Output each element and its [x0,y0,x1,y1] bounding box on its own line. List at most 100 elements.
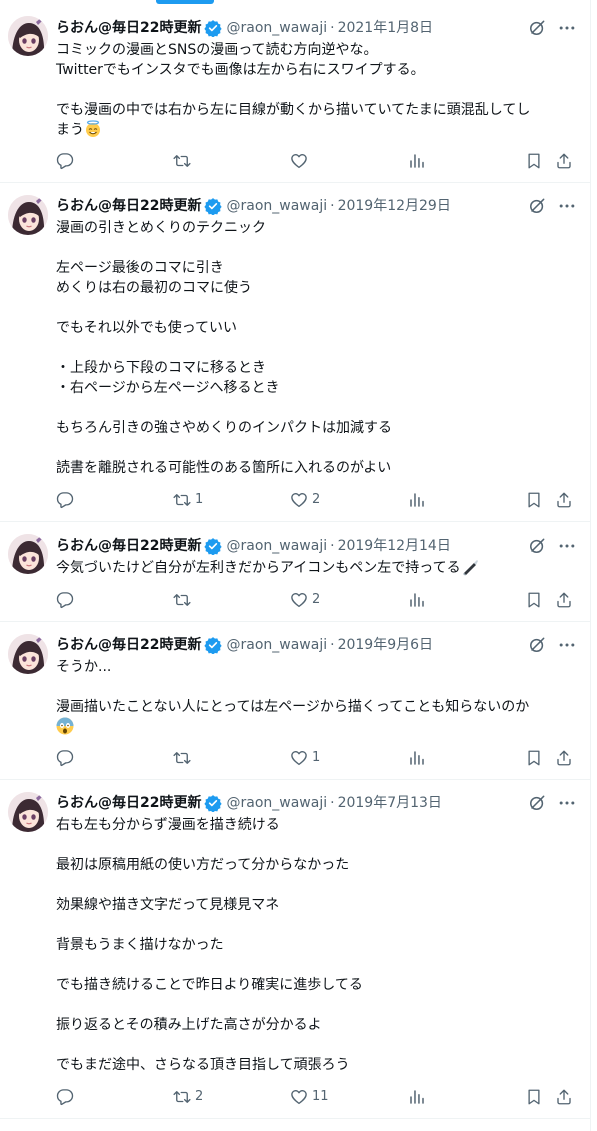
share-button[interactable] [555,1087,573,1107]
more-options-icon[interactable] [557,635,577,655]
reply-icon [56,749,74,767]
retweet-count: 2 [195,1089,204,1104]
tweet-date[interactable]: 2019年12月29日 [338,196,451,216]
user-name[interactable]: らおん@毎日22時更新 [56,196,201,216]
grok-icon[interactable] [527,18,547,38]
retweet-button[interactable]: 2 [173,1087,203,1107]
tweet[interactable]: らおん@毎日22時更新 @raon_wawaji · 2019年7月13日 右も… [0,780,591,1119]
analytics-icon [408,491,426,509]
like-button[interactable]: 2 [290,590,320,610]
share-button[interactable] [555,590,573,610]
avatar[interactable] [8,195,48,235]
retweet-icon [173,1088,191,1106]
tweet-text-fragment: まう [56,122,84,138]
reply-icon [56,152,74,170]
views-button[interactable] [408,590,426,610]
like-button[interactable]: 2 [290,490,320,510]
views-button[interactable] [408,151,426,171]
tweet-header: らおん@毎日22時更新 @raon_wawaji · 2019年7月13日 [56,793,442,813]
like-button[interactable]: 11 [290,1087,329,1107]
tweet-date[interactable]: 2019年7月13日 [338,793,442,813]
more-options-icon[interactable] [557,536,577,556]
more-options-icon[interactable] [557,793,577,813]
share-icon [555,1088,573,1106]
retweet-button[interactable]: 1 [173,490,203,510]
tweet[interactable]: らおん@毎日22時更新 @raon_wawaji · 2021年1月8日 コミッ… [0,0,591,183]
user-name[interactable]: らおん@毎日22時更新 [56,635,201,655]
tweet-text-fragment: 今気づいたけど自分が左利きだからアイコンもペン左で持ってる [56,560,461,576]
share-button[interactable] [555,490,573,510]
tweet-text-line: 左ページ最後のコマに引き [56,260,224,276]
tweet-text-line: めくりは右の最初のコマに使う [56,280,252,296]
tweet-actions: 1 [56,748,576,768]
tweet-header-actions [527,536,577,556]
grok-icon[interactable] [527,793,547,813]
reply-button[interactable] [56,1087,78,1107]
views-button[interactable] [408,1087,426,1107]
verified-badge-icon [204,636,223,655]
share-icon [555,491,573,509]
user-name[interactable]: らおん@毎日22時更新 [56,536,201,556]
retweet-icon [173,152,191,170]
reply-button[interactable] [56,748,78,768]
share-icon [555,749,573,767]
retweet-button[interactable] [173,590,195,610]
bookmark-button[interactable] [525,490,543,510]
retweet-button[interactable] [173,151,195,171]
tweet-text-line: でもまだ途中、さらなる頂き目指して頑張ろう [56,1057,350,1073]
tweet-header: らおん@毎日22時更新 @raon_wawaji · 2019年12月29日 [56,196,451,216]
tweet[interactable]: らおん@毎日22時更新 @raon_wawaji · 2019年9月6日 そうか… [0,622,591,780]
share-button[interactable] [555,748,573,768]
reply-button[interactable] [56,590,78,610]
face-screaming-in-fear-icon [56,717,74,735]
user-handle[interactable]: @raon_wawaji [226,196,327,216]
grok-icon[interactable] [527,635,547,655]
user-handle[interactable]: @raon_wawaji [226,536,327,556]
user-handle[interactable]: @raon_wawaji [226,793,327,813]
bookmark-button[interactable] [525,1087,543,1107]
tweet-header-actions [527,635,577,655]
avatar[interactable] [8,792,48,832]
avatar[interactable] [8,16,48,56]
share-button[interactable] [555,151,573,171]
reply-button[interactable] [56,151,78,171]
user-handle[interactable]: @raon_wawaji [226,635,327,655]
tweet-header-actions [527,196,577,216]
bookmark-button[interactable] [525,590,543,610]
bookmark-icon [525,152,543,170]
views-button[interactable] [408,748,426,768]
user-name[interactable]: らおん@毎日22時更新 [56,18,201,38]
tweet-text-line: でも描き続けることで昨日より確実に進歩してる [56,977,363,993]
retweet-button[interactable] [173,748,195,768]
views-button[interactable] [408,490,426,510]
tweet-text-line: でも漫画の中では右から左に目線が動くから描いていてたまに頭混乱してし [56,102,531,118]
tweet-text: 右も左も分からず漫画を描き続ける 最初は原稿用紙の使い方だって分からなかった 効… [56,815,576,1075]
tweet-actions: 1 2 [56,490,576,510]
tweet-date[interactable]: 2019年9月6日 [338,635,433,655]
tweet-text-line: ・右ページから左ページへ移るとき [56,380,280,396]
user-name[interactable]: らおん@毎日22時更新 [56,793,201,813]
like-button[interactable] [290,151,312,171]
bookmark-button[interactable] [525,748,543,768]
like-button[interactable]: 1 [290,748,320,768]
more-options-icon[interactable] [557,18,577,38]
tweet-text-line: まう [56,120,576,140]
tweet-text-line: 漫画の引きとめくりのテクニック [56,220,266,236]
grok-icon[interactable] [527,196,547,216]
tweet-text-line [56,955,576,975]
share-icon [555,152,573,170]
bookmark-button[interactable] [525,151,543,171]
tweet-text-line: そうか... [56,659,112,675]
tweet-date[interactable]: 2019年12月14日 [338,536,451,556]
more-options-icon[interactable] [557,196,577,216]
heart-icon [290,591,308,609]
tweet[interactable]: らおん@毎日22時更新 @raon_wawaji · 2019年12月14日 今… [0,522,591,622]
grok-icon[interactable] [527,536,547,556]
tweet-feed: らおん@毎日22時更新 @raon_wawaji · 2021年1月8日 コミッ… [0,0,591,1119]
tweet-date[interactable]: 2021年1月8日 [338,18,433,38]
tweet[interactable]: らおん@毎日22時更新 @raon_wawaji · 2019年12月29日 漫… [0,183,591,522]
user-handle[interactable]: @raon_wawaji [226,18,327,38]
reply-button[interactable] [56,490,78,510]
avatar[interactable] [8,634,48,674]
avatar[interactable] [8,534,48,574]
